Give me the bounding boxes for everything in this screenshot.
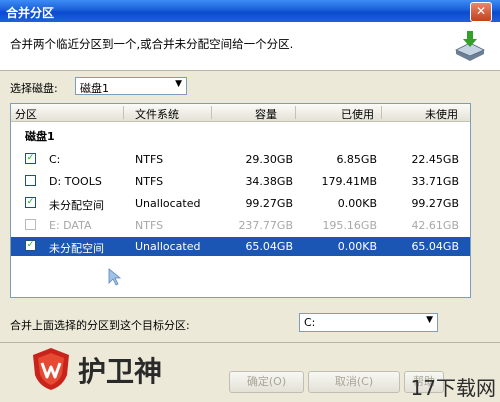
partition-capacity: 29.30GB	[245, 153, 293, 166]
partition-checkbox[interactable]	[25, 219, 36, 230]
partition-filesystem: Unallocated	[135, 197, 201, 210]
partition-checkbox[interactable]: ✓	[25, 197, 36, 208]
partition-capacity: 99.27GB	[245, 197, 293, 210]
partition-list[interactable]: 分区 文件系统 容量 已使用 未使用 磁盘1 ✓ C: NTFS 29.30GB…	[10, 103, 471, 298]
column-divider[interactable]	[295, 106, 296, 119]
partition-name: E: DATA	[49, 219, 92, 232]
partition-list-header: 分区 文件系统 容量 已使用 未使用	[11, 104, 470, 122]
partition-filesystem: Unallocated	[135, 240, 201, 253]
target-partition-dropdown[interactable]: C: ▼	[299, 313, 438, 332]
partition-used: 6.85GB	[336, 153, 377, 166]
partition-used: 179.41MB	[321, 175, 377, 188]
partition-capacity: 34.38GB	[245, 175, 293, 188]
disk-dropdown-value: 磁盘1	[80, 82, 109, 95]
column-divider[interactable]	[381, 106, 382, 119]
partition-name: 未分配空间	[49, 199, 104, 212]
partition-row[interactable]: ✓ C: NTFS 29.30GB 6.85GB 22.45GB	[11, 150, 470, 169]
column-header-capacity[interactable]: 容量	[255, 106, 277, 122]
partition-used: 0.00KB	[337, 197, 377, 210]
partition-checkbox[interactable]	[25, 175, 36, 186]
partition-name: C:	[49, 153, 61, 166]
column-header-partition[interactable]: 分区	[15, 106, 37, 122]
brand-logo: 护卫神	[30, 345, 190, 393]
partition-checkbox[interactable]: ✓	[25, 240, 36, 251]
close-button[interactable]: ✕	[470, 2, 492, 22]
column-header-free[interactable]: 未使用	[425, 106, 458, 122]
partition-row[interactable]: E: DATA NTFS 237.77GB 195.16GB 42.61GB	[11, 216, 470, 235]
partition-used: 195.16GB	[322, 219, 377, 232]
partition-capacity: 237.77GB	[238, 219, 293, 232]
partition-free: 42.61GB	[411, 219, 459, 232]
partition-row[interactable]: ✓ 未分配空间 Unallocated 65.04GB 0.00KB 65.04…	[11, 237, 470, 256]
title-bar: 合并分区 ✕	[0, 0, 500, 22]
partition-row[interactable]: D: TOOLS NTFS 34.38GB 179.41MB 33.71GB	[11, 172, 470, 191]
partition-checkbox[interactable]: ✓	[25, 153, 36, 164]
partition-filesystem: NTFS	[135, 219, 164, 232]
column-divider[interactable]	[211, 106, 212, 119]
disk-dropdown[interactable]: 磁盘1 ▼	[75, 77, 187, 95]
partition-row[interactable]: ✓ 未分配空间 Unallocated 99.27GB 0.00KB 99.27…	[11, 194, 470, 213]
footer-divider	[0, 342, 500, 343]
partition-free: 99.27GB	[411, 197, 459, 210]
column-header-filesystem[interactable]: 文件系统	[135, 106, 179, 122]
column-header-used[interactable]: 已使用	[341, 106, 374, 122]
window-title: 合并分区	[6, 6, 55, 20]
partition-free: 65.04GB	[411, 240, 459, 253]
merge-disk-icon	[455, 31, 485, 61]
logo-text: 护卫神	[78, 355, 163, 388]
partition-name: 未分配空间	[49, 242, 104, 255]
partition-capacity: 65.04GB	[245, 240, 293, 253]
shield-logo-icon	[33, 348, 69, 390]
target-partition-value: C:	[304, 316, 316, 329]
chevron-down-icon[interactable]: ▼	[175, 79, 182, 89]
site-watermark: 17下载网	[410, 376, 496, 400]
chevron-down-icon[interactable]: ▼	[426, 315, 433, 325]
header-area: 合并两个临近分区到一个,或合并未分配空间给一个分区.	[0, 22, 500, 71]
partition-used: 0.00KB	[337, 240, 377, 253]
disk-select-label: 选择磁盘:	[10, 82, 58, 95]
ok-button[interactable]: 确定(O)	[229, 371, 304, 393]
column-divider[interactable]	[123, 106, 124, 119]
disk-group-label: 磁盘1	[25, 130, 55, 143]
instruction-text: 合并两个临近分区到一个,或合并未分配空间给一个分区.	[10, 37, 294, 51]
target-partition-label: 合并上面选择的分区到这个目标分区:	[10, 319, 190, 332]
cancel-button[interactable]: 取消(C)	[308, 371, 400, 393]
partition-free: 22.45GB	[411, 153, 459, 166]
partition-filesystem: NTFS	[135, 153, 164, 166]
partition-name: D: TOOLS	[49, 175, 102, 188]
partition-free: 33.71GB	[411, 175, 459, 188]
partition-filesystem: NTFS	[135, 175, 164, 188]
mouse-cursor-icon	[108, 268, 122, 286]
